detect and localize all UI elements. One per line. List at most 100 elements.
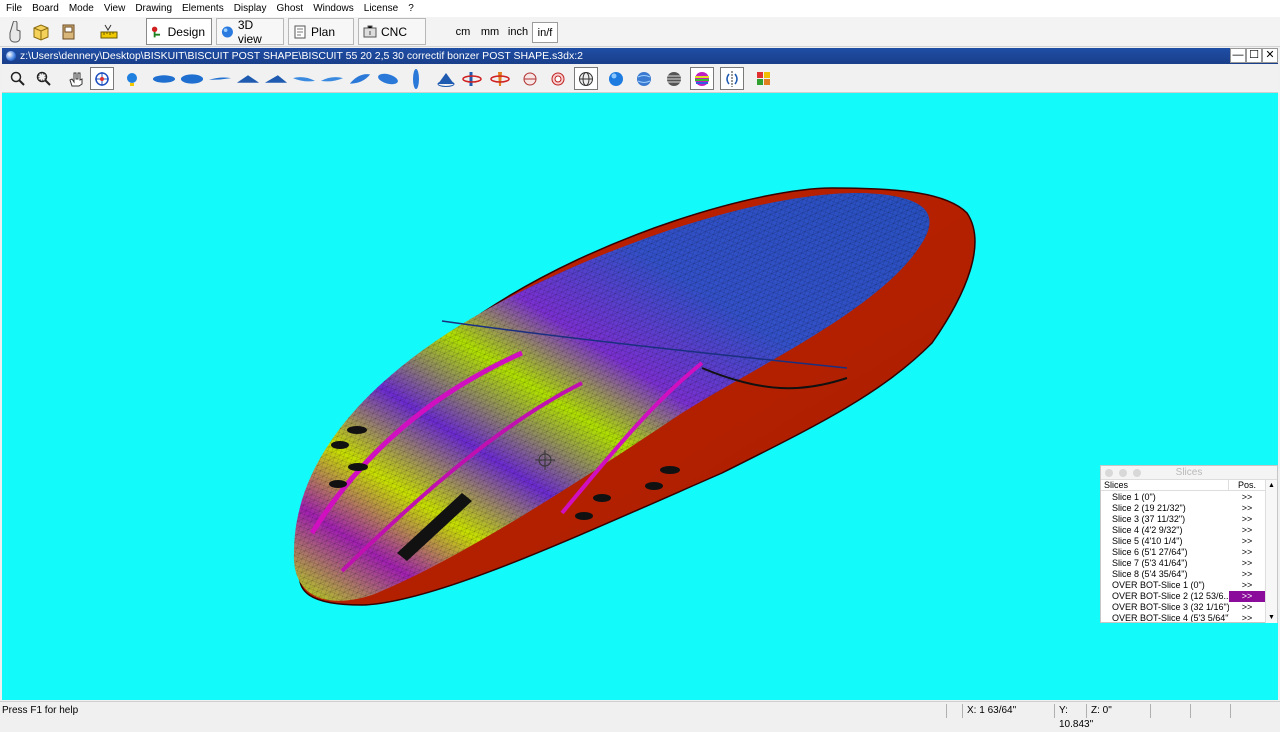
menu-mode[interactable]: Mode	[65, 0, 100, 17]
slice-pos-button[interactable]: >>	[1229, 547, 1265, 558]
slice-pos-button[interactable]: >>	[1229, 580, 1265, 591]
pos-column-header[interactable]: Pos.	[1229, 480, 1265, 490]
globe-icon	[221, 25, 233, 38]
scroll-down-icon[interactable]: ▼	[1268, 614, 1275, 622]
slice-pos-button[interactable]: >>	[1229, 514, 1265, 525]
slice-pos-button[interactable]: >>	[1229, 536, 1265, 547]
slice-pos-button[interactable]: >>	[1229, 525, 1265, 536]
board-top-view-icon[interactable]	[152, 67, 176, 90]
slice-pos-button[interactable]: >>	[1229, 492, 1265, 503]
list-item[interactable]: OVER BOT-Slice 1 (0") >>	[1101, 580, 1265, 591]
plan-mode-button[interactable]: Plan	[288, 18, 354, 45]
list-item[interactable]: OVER BOT-Slice 3 (32 1/16") >>	[1101, 602, 1265, 613]
board-iso-view-icon[interactable]	[376, 67, 400, 90]
show-deck-icon[interactable]	[434, 67, 458, 90]
slices-panel-title: Slices	[1175, 467, 1203, 478]
status-divider	[946, 704, 962, 718]
board-3q-view-icon[interactable]	[292, 67, 316, 90]
menu-windows[interactable]: Windows	[309, 0, 360, 17]
list-item-selected[interactable]: OVER BOT-Slice 2 (12 53/6... >>	[1101, 591, 1265, 602]
slice-section-icon[interactable]	[518, 67, 542, 90]
unit-cm-button[interactable]: cm	[452, 22, 474, 43]
slice-name: Slice 3 (37 11/32")	[1112, 514, 1186, 524]
slice-pos-button[interactable]: >>	[1229, 613, 1265, 622]
slices-column-header[interactable]: Slices	[1101, 480, 1229, 490]
slice-pos-button[interactable]: >>	[1229, 558, 1265, 569]
slice-pos-button[interactable]: >>	[1229, 602, 1265, 613]
open-file-icon[interactable]	[30, 20, 52, 44]
wireframe-sphere-icon[interactable]	[574, 67, 598, 90]
maximize-button[interactable]: ☐	[1246, 48, 1262, 63]
slice-pos-button[interactable]: >>	[1229, 503, 1265, 514]
minimize-button[interactable]: —	[1230, 48, 1246, 63]
slice-pos-button[interactable]: >>	[1229, 591, 1265, 602]
design-icon	[151, 26, 161, 37]
light-bulb-icon[interactable]	[120, 67, 144, 90]
slices-scrollbar[interactable]: ▲ ▼	[1265, 480, 1277, 623]
symmetry-icon[interactable]	[720, 67, 744, 90]
color-palette-icon[interactable]	[752, 67, 776, 90]
list-item[interactable]: Slice 2 (19 21/32") >>	[1101, 503, 1265, 514]
board-perspective-view-icon[interactable]	[348, 67, 372, 90]
3d-view-mode-button[interactable]: 3D view	[216, 17, 284, 46]
zoom-window-icon[interactable]	[32, 67, 56, 90]
scroll-up-icon[interactable]: ▲	[1268, 482, 1275, 490]
status-x-coordinate: X: 1 63/64"	[962, 704, 1054, 718]
status-help-text: Press F1 for help	[2, 705, 79, 716]
slice-name: Slice 2 (19 21/32")	[1112, 503, 1186, 513]
list-item[interactable]: OVER BOT-Slice 4 (5'3 5/64") >>	[1101, 613, 1265, 622]
rotate-y-icon[interactable]	[488, 67, 512, 90]
menu-board[interactable]: Board	[28, 0, 65, 17]
slice-ring-icon[interactable]	[546, 67, 570, 90]
shaded-sphere-icon[interactable]	[604, 67, 628, 90]
ruler-icon[interactable]	[98, 20, 120, 44]
list-item[interactable]: Slice 5 (4'10 1/4") >>	[1101, 536, 1265, 547]
curvature-sphere-icon[interactable]	[690, 67, 714, 90]
board-side-view-icon[interactable]	[208, 67, 232, 90]
menu-drawing[interactable]: Drawing	[131, 0, 178, 17]
close-dot-icon[interactable]	[1105, 469, 1113, 477]
pan-hand-icon[interactable]	[64, 67, 88, 90]
status-bar: Press F1 for help X: 1 63/64" Y: 10.843"…	[0, 701, 1280, 730]
close-button[interactable]: ✕	[1262, 48, 1278, 63]
list-item[interactable]: Slice 7 (5'3 41/64") >>	[1101, 558, 1265, 569]
3d-viewport[interactable]	[2, 93, 1278, 700]
menu-help[interactable]: ?	[404, 0, 420, 17]
menu-elements[interactable]: Elements	[178, 0, 230, 17]
status-y-coordinate: Y: 10.843"	[1054, 704, 1093, 730]
unit-inch-button[interactable]: inch	[505, 22, 531, 43]
unit-inf-button[interactable]: in/f	[532, 22, 558, 43]
hand-pointer-icon[interactable]	[4, 20, 26, 44]
rotate-view-icon[interactable]	[90, 67, 114, 90]
rotate-x-icon[interactable]	[460, 67, 484, 90]
board-profile-view-icon[interactable]	[236, 67, 260, 90]
unit-mm-button[interactable]: mm	[478, 22, 502, 43]
list-item[interactable]: Slice 4 (4'2 9/32") >>	[1101, 525, 1265, 536]
striped-sphere-icon[interactable]	[662, 67, 686, 90]
list-item[interactable]: Slice 6 (5'1 27/64") >>	[1101, 547, 1265, 558]
list-item[interactable]: Slice 1 (0") >>	[1101, 492, 1265, 503]
document-title: z:\Users\dennery\Desktop\BISKUIT\BISCUIT…	[20, 50, 583, 62]
minimize-dot-icon[interactable]	[1119, 469, 1127, 477]
slice-pos-button[interactable]: >>	[1229, 569, 1265, 580]
board-tail-view-icon[interactable]	[264, 67, 288, 90]
menu-ghost[interactable]: Ghost	[273, 0, 310, 17]
board-3q-back-view-icon[interactable]	[320, 67, 344, 90]
menu-view[interactable]: View	[100, 0, 132, 17]
save-icon[interactable]	[58, 20, 80, 44]
cnc-mode-button[interactable]: CNC	[358, 18, 426, 45]
surfboard-3d-model[interactable]	[2, 93, 1278, 700]
board-vertical-view-icon[interactable]	[404, 67, 428, 90]
design-mode-button[interactable]: Design	[146, 18, 212, 45]
list-item[interactable]: Slice 8 (5'4 35/64") >>	[1101, 569, 1265, 580]
3d-view-mode-label: 3D view	[237, 17, 262, 46]
menu-file[interactable]: File	[2, 0, 28, 17]
menu-license[interactable]: License	[360, 0, 404, 17]
textured-sphere-icon[interactable]	[632, 67, 656, 90]
zoom-icon[interactable]	[6, 67, 30, 90]
board-bottom-view-icon[interactable]	[180, 67, 204, 90]
list-item[interactable]: Slice 3 (37 11/32") >>	[1101, 514, 1265, 525]
slices-panel-titlebar[interactable]: Slices	[1101, 466, 1277, 480]
menu-display[interactable]: Display	[230, 0, 273, 17]
zoom-dot-icon[interactable]	[1133, 469, 1141, 477]
